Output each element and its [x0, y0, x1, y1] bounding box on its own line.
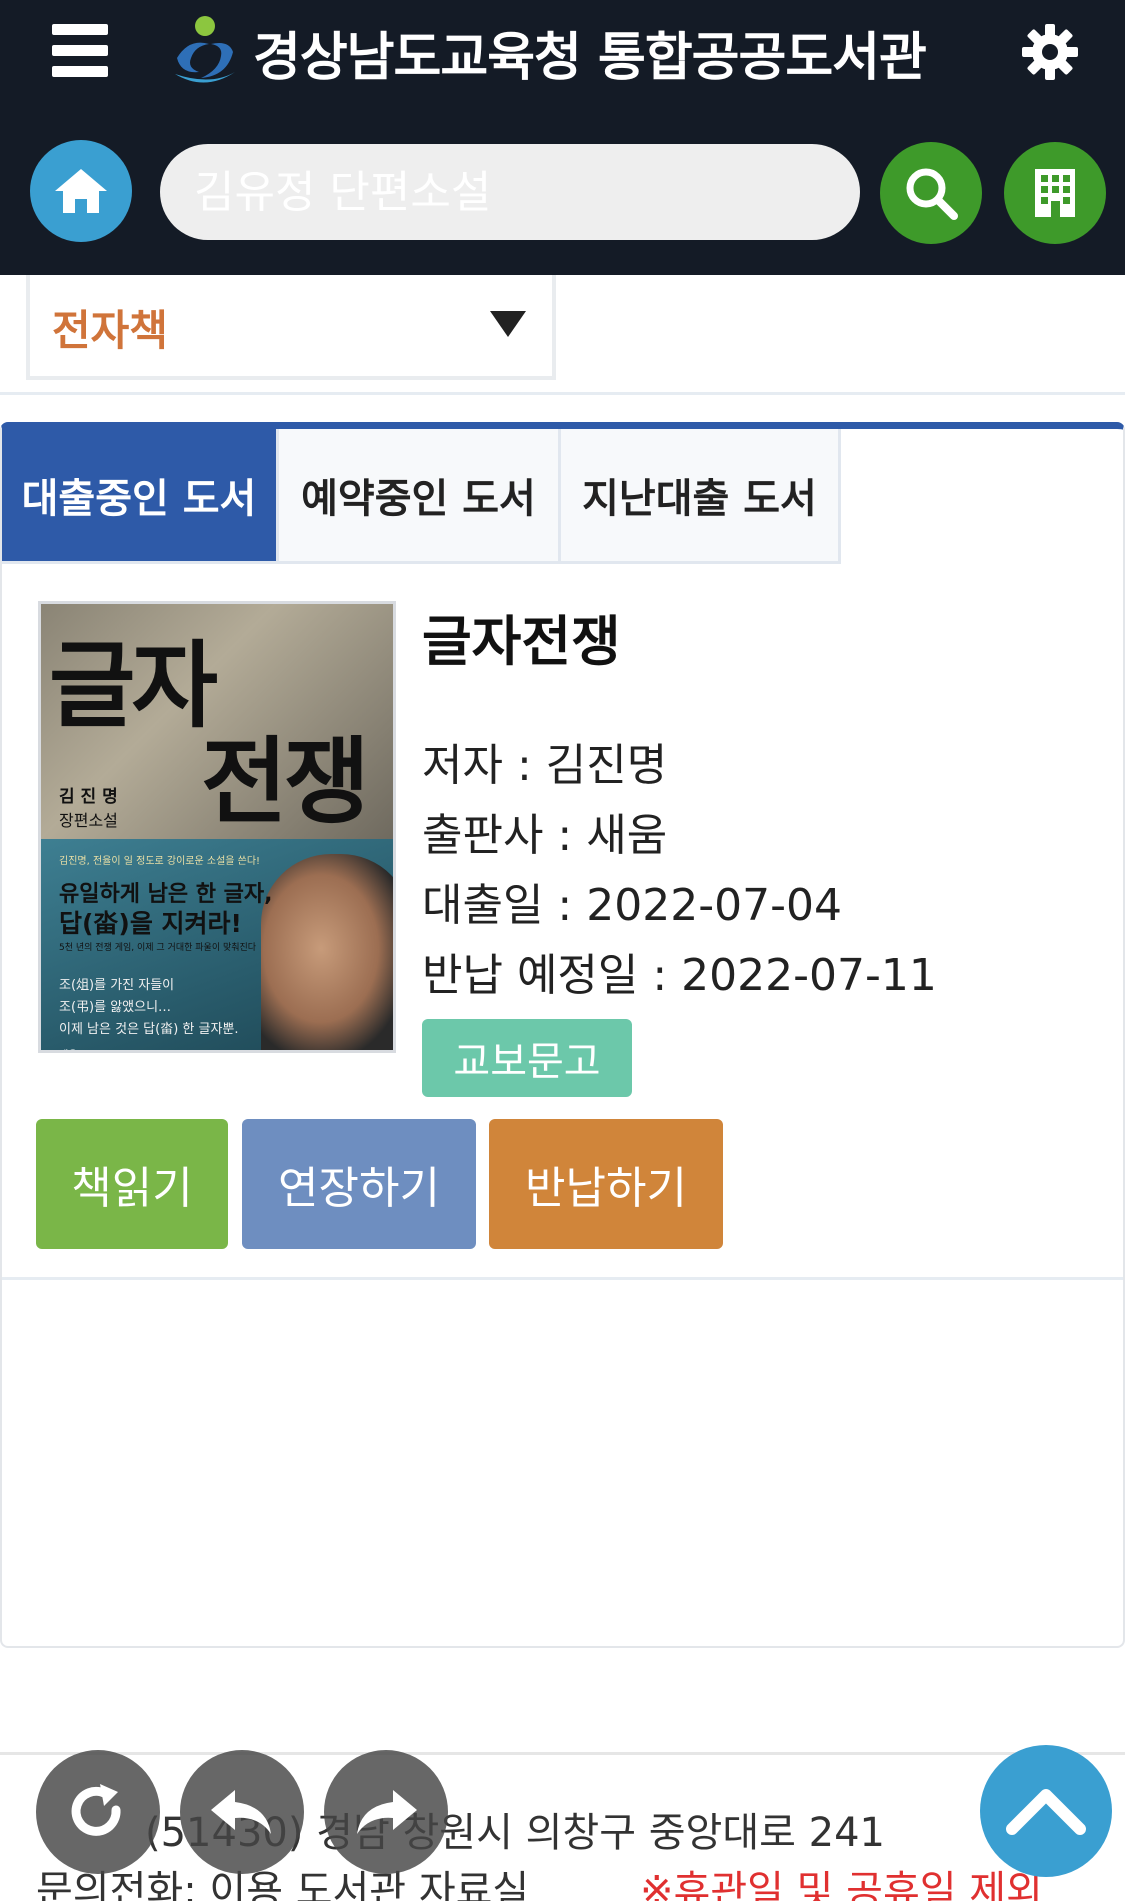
cover-slogan: 답(畓)을 지켜라! [59, 909, 242, 938]
forward-button[interactable] [324, 1750, 448, 1874]
divider [2, 1277, 1123, 1280]
refresh-button[interactable] [36, 1750, 160, 1874]
back-arrow-icon [211, 1790, 271, 1834]
cover-phrase: 조(弔)를 앓앴으니… [59, 1000, 172, 1015]
tab-current-loans[interactable]: 대출중인 도서 [2, 429, 279, 564]
library-button[interactable] [1004, 142, 1106, 244]
book-title[interactable]: 글자전쟁 [422, 597, 621, 676]
return-book-button[interactable]: 반납하기 [489, 1119, 723, 1249]
category-select[interactable]: 전자책 [26, 275, 556, 380]
back-button[interactable] [180, 1750, 304, 1874]
site-title: 경상남도교육청 통합공공도서관 [253, 27, 927, 88]
cover-title-line2: 전쟁 [201, 728, 370, 837]
gear-icon[interactable] [1018, 20, 1082, 84]
home-button[interactable] [30, 140, 132, 242]
cover-portrait [261, 854, 393, 1050]
footer-note: ※휴관일 및 공휴일 제외 [640, 1868, 1043, 1901]
search-icon [906, 168, 958, 220]
app-header: 경상남도교육청 통합공공도서관 [0, 0, 1125, 275]
tab-past-loans[interactable]: 지난대출 도서 [561, 429, 841, 564]
building-icon [1035, 169, 1075, 217]
divider [0, 392, 1125, 395]
book-publisher: 출판사 : 새움 [422, 810, 668, 861]
read-book-button[interactable]: 책읽기 [36, 1119, 228, 1249]
footer-divider [0, 1752, 1125, 1755]
cover-tagline: 김진명, 전율이 일 정도로 강이로운 소설을 쓴다! [59, 856, 261, 867]
loan-date: 대출일 : 2022-07-04 [422, 880, 842, 931]
scroll-top-button[interactable] [980, 1745, 1112, 1877]
search-button[interactable] [880, 142, 982, 244]
book-cover[interactable]: 글자 전쟁 김 진 명 장편소설 김진명, 전율이 일 정도로 강이로운 소설을… [38, 601, 396, 1053]
cover-phrase: 이제 남은 것은 답(畓) 한 글자뿐. [59, 1022, 239, 1037]
cover-phrase: 조(俎)를 가진 자들이 [59, 978, 175, 993]
home-icon [55, 169, 107, 213]
extend-loan-button[interactable]: 연장하기 [242, 1119, 476, 1249]
logo-icon [175, 16, 235, 83]
provider-badge: 교보문고 [422, 1019, 632, 1097]
category-selected-value: 전자책 [52, 306, 168, 355]
cover-author: 김 진 명 [59, 787, 118, 807]
search-input[interactable] [160, 144, 860, 240]
menu-icon[interactable] [52, 24, 108, 78]
forward-arrow-icon [357, 1790, 417, 1834]
due-date: 반납 예정일 : 2022-07-11 [422, 950, 937, 1001]
cover-title-line1: 글자 [49, 632, 218, 741]
dropdown-arrow-icon [490, 311, 526, 337]
loan-tabs: 대출중인 도서 예약중인 도서 지난대출 도서 [2, 429, 841, 564]
chevron-up-icon [1006, 1789, 1086, 1835]
loan-panel: 대출중인 도서 예약중인 도서 지난대출 도서 글자 전쟁 김 진 명 장편소설… [0, 422, 1125, 1648]
book-author: 저자 : 김진명 [422, 740, 668, 791]
refresh-icon [71, 1784, 121, 1836]
tab-reservations[interactable]: 예약중인 도서 [279, 429, 561, 564]
site-logo[interactable]: 경상남도교육청 통합공공도서관 [165, 12, 927, 92]
cover-subtitle: 장편소설 [59, 811, 118, 830]
cover-small-line: 5천 년의 전쟁 게임, 이제 그 거대한 파울이 맞춰진다 [59, 943, 257, 953]
cover-publisher-mark: 새움 [59, 1046, 77, 1050]
